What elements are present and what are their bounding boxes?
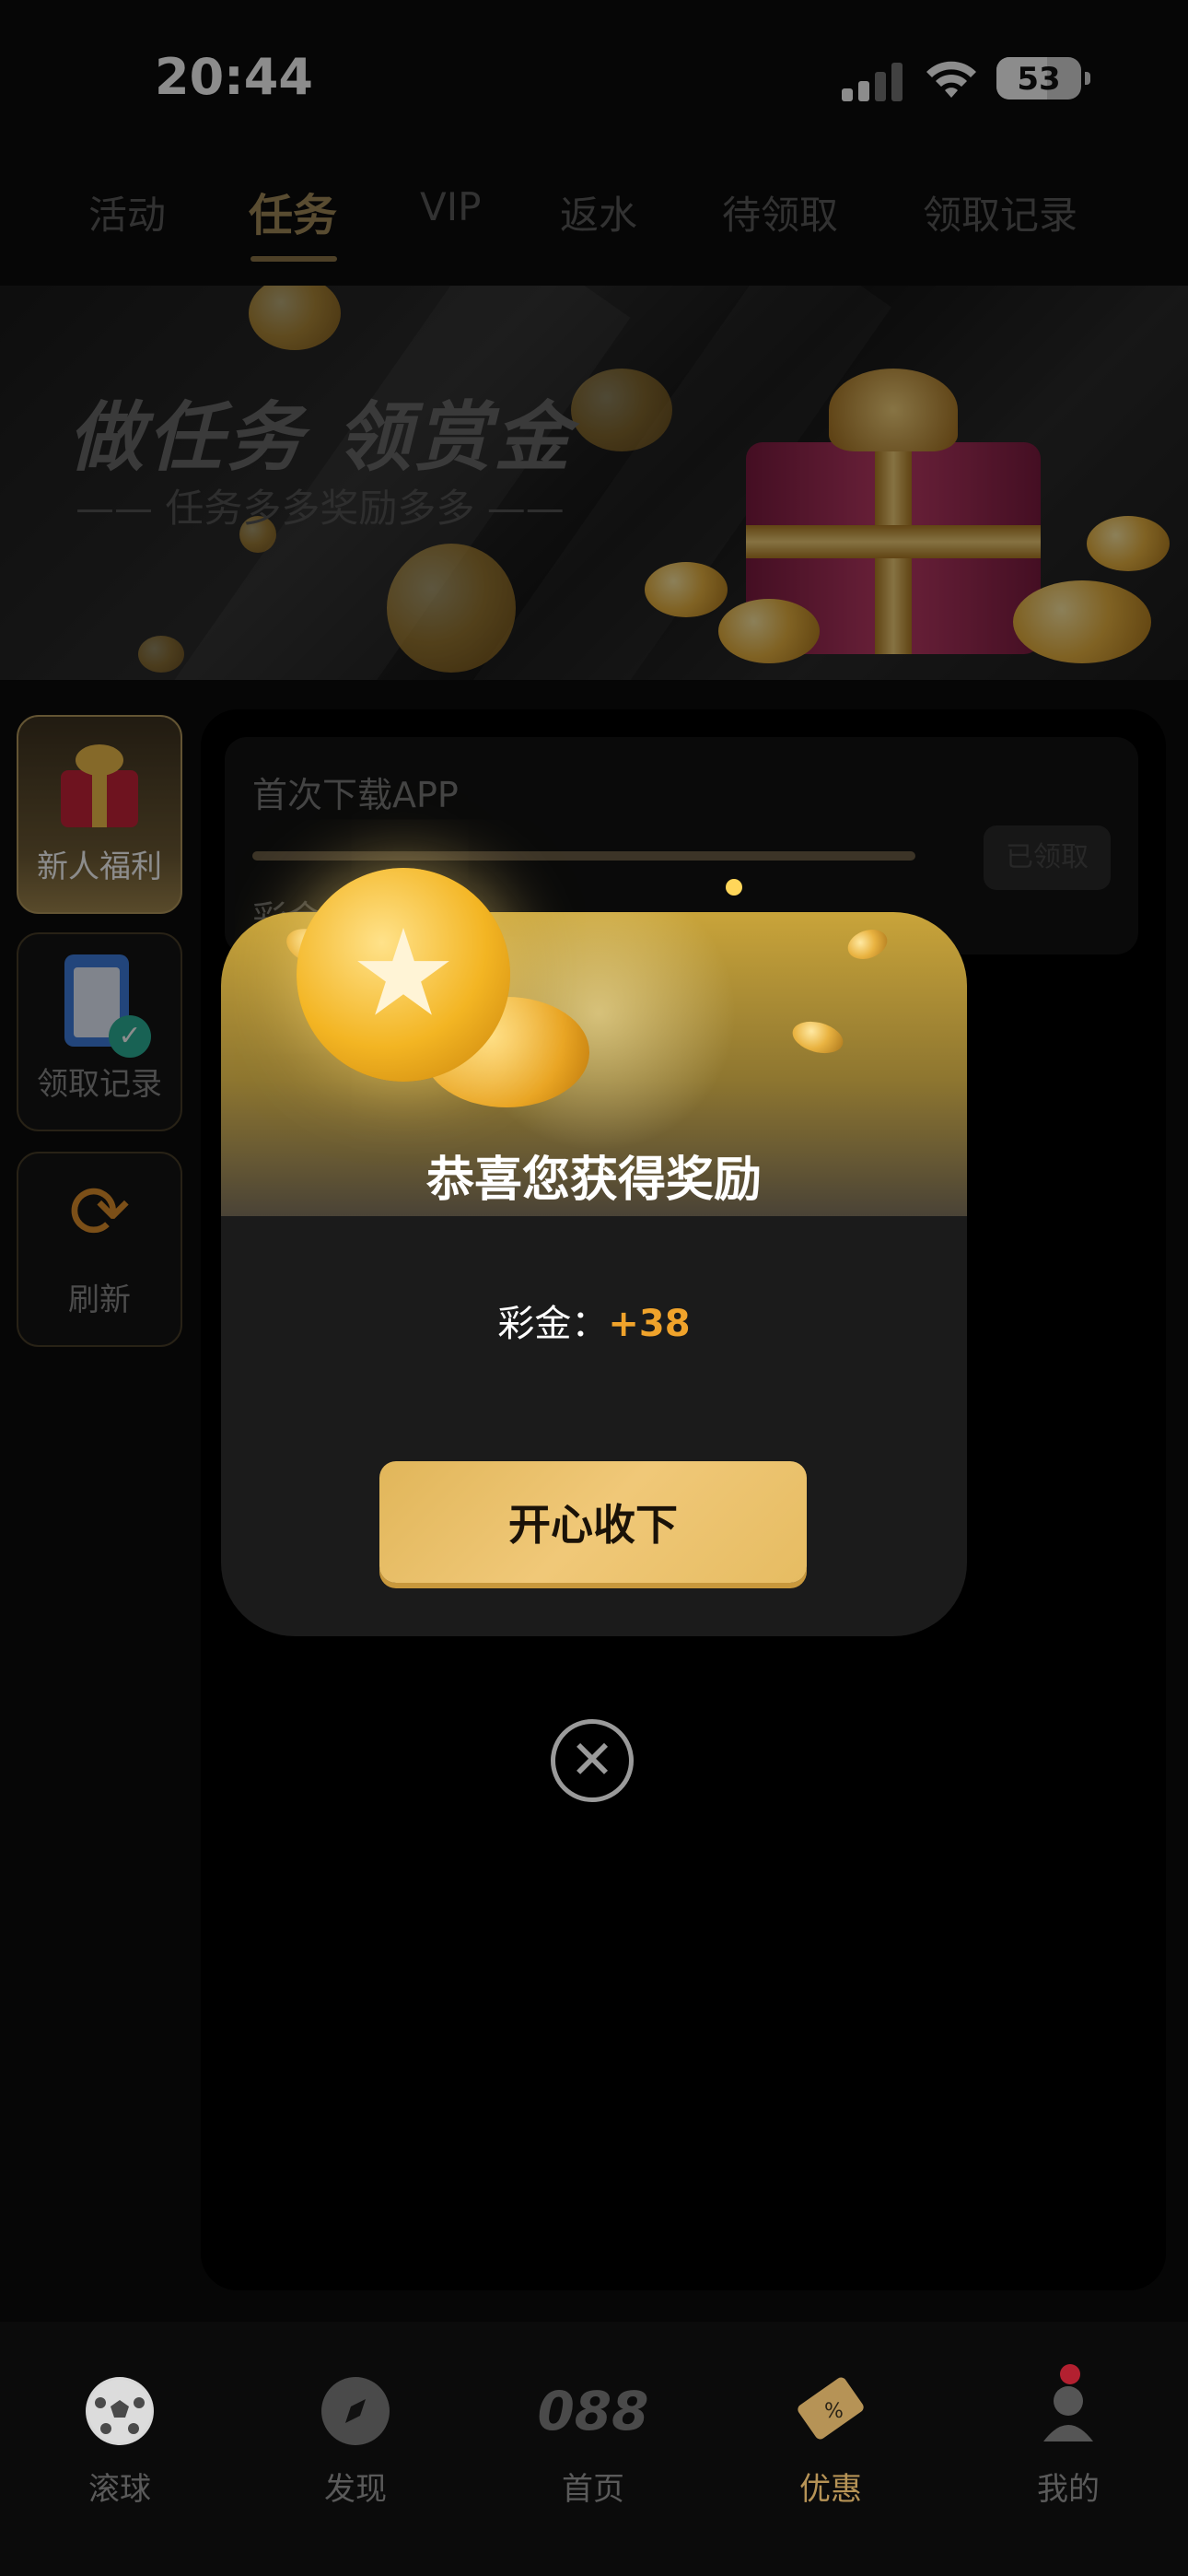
nav-live-betting[interactable]: 滚球 bbox=[46, 2377, 193, 2509]
sparkle-icon bbox=[726, 879, 742, 896]
ticket-icon: % bbox=[797, 2377, 865, 2445]
close-modal-button[interactable]: ✕ bbox=[551, 1719, 634, 1802]
reward-amount: 彩金：+38 bbox=[221, 1294, 967, 1347]
compass-icon bbox=[321, 2377, 390, 2445]
nav-label: 发现 bbox=[324, 2471, 387, 2508]
modal-title: 恭喜您获得奖励 bbox=[425, 1153, 762, 1208]
nav-discover[interactable]: 发现 bbox=[282, 2377, 429, 2509]
reward-value: +38 bbox=[608, 1303, 691, 1345]
user-icon bbox=[1034, 2364, 1102, 2445]
nav-profile[interactable]: 我的 bbox=[995, 2364, 1142, 2509]
nav-promotions[interactable]: % 优惠 bbox=[757, 2377, 904, 2509]
nav-home[interactable]: 088 首页 bbox=[519, 2377, 667, 2509]
home-logo-icon: 088 bbox=[537, 2380, 649, 2442]
reward-label: 彩金： bbox=[497, 1303, 609, 1345]
nav-label: 我的 bbox=[1037, 2471, 1100, 2508]
svg-text:%: % bbox=[824, 2400, 844, 2423]
nav-label: 首页 bbox=[562, 2471, 624, 2508]
soccer-ball-icon bbox=[86, 2377, 154, 2445]
nav-label: 滚球 bbox=[88, 2471, 151, 2508]
claim-button[interactable]: 开心收下 bbox=[379, 1461, 807, 1583]
star-coin-icon: ★ bbox=[297, 868, 510, 1082]
nav-label: 优惠 bbox=[799, 2471, 862, 2508]
bottom-nav: 滚球 发现 088 首页 % 优惠 我的 bbox=[0, 2322, 1188, 2576]
notification-badge bbox=[1060, 2364, 1080, 2384]
